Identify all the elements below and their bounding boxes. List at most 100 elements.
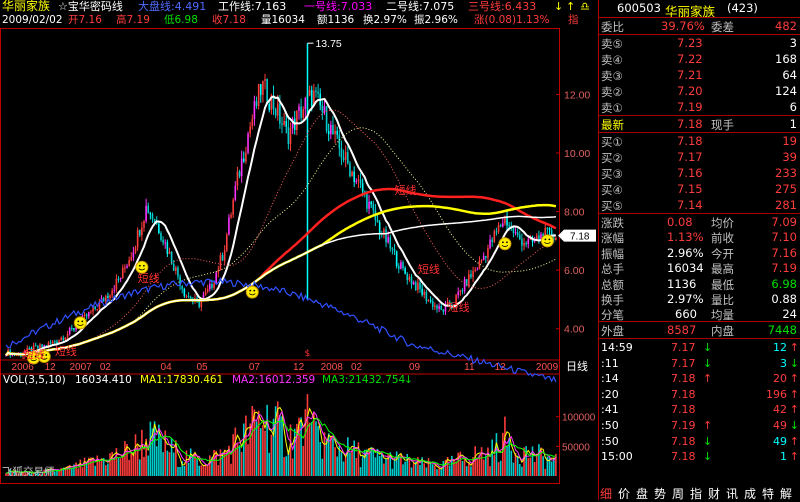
volume-bar bbox=[453, 459, 455, 476]
candle-body bbox=[281, 123, 283, 125]
smiley-icon bbox=[245, 285, 259, 299]
candle-body bbox=[240, 158, 243, 177]
tick-time: :50 bbox=[601, 434, 619, 448]
candle-body bbox=[474, 269, 476, 272]
candle-body bbox=[521, 239, 523, 246]
current-price-value: 7.18 bbox=[570, 232, 590, 243]
current-price-tag: 7.18 bbox=[558, 229, 596, 243]
volume-bar bbox=[470, 466, 472, 476]
ask-price: 7.19 bbox=[677, 100, 703, 114]
bottom-tab[interactable]: 细 bbox=[600, 485, 612, 502]
volume-bar bbox=[353, 440, 355, 476]
candle-body bbox=[325, 106, 328, 131]
line-one-value: 一号线:7.033 bbox=[304, 0, 373, 13]
indicator-title-bar: 华丽家族 ☆宝华密码线 大盘线:4.491 工作线:7.163 一号线:7.03… bbox=[0, 0, 598, 14]
stock-name-title: 华丽家族 bbox=[2, 0, 51, 13]
volume-bar bbox=[495, 433, 498, 476]
stock-chart[interactable]: 12.0010.008.006.004.0010000050000 13.75 … bbox=[0, 28, 598, 484]
candle-body bbox=[204, 291, 207, 296]
tick-time: :14 bbox=[601, 372, 619, 386]
candle-body bbox=[393, 249, 396, 252]
volume-bar bbox=[134, 434, 137, 476]
candle-body bbox=[56, 342, 58, 344]
tick-direction-icon: ↑ bbox=[703, 372, 713, 386]
volume-bar bbox=[124, 441, 126, 476]
candle-body bbox=[508, 225, 510, 227]
volume-bar bbox=[270, 434, 273, 476]
volume-bar bbox=[442, 461, 445, 476]
volume-bar bbox=[402, 464, 404, 476]
candle-body bbox=[468, 274, 470, 286]
volume-bar bbox=[100, 459, 103, 476]
bid-volume: 39 bbox=[782, 150, 797, 164]
volume-bar bbox=[166, 450, 169, 476]
bottom-tab[interactable]: 成 bbox=[744, 485, 756, 502]
candle-body bbox=[209, 284, 211, 290]
bottom-tab[interactable]: 价 bbox=[618, 485, 630, 502]
volume-bar bbox=[232, 434, 234, 476]
candle-body bbox=[115, 278, 118, 290]
candle-body bbox=[62, 337, 65, 341]
volume-bar bbox=[423, 463, 426, 476]
volume-bar bbox=[489, 466, 491, 476]
candle-body bbox=[499, 225, 502, 227]
info-turnover: 换2.97% bbox=[363, 14, 407, 26]
volume-bar bbox=[130, 453, 133, 476]
candle-body bbox=[34, 345, 37, 347]
indicator-name[interactable]: ☆宝华密码线 bbox=[58, 0, 123, 13]
candle-body bbox=[347, 152, 349, 164]
candle-body bbox=[175, 267, 177, 271]
volume-bar bbox=[304, 409, 307, 476]
tick-row: :50 7.19 ↑ 49 ↓ bbox=[599, 418, 800, 434]
candle-body bbox=[94, 306, 96, 309]
vol-ma2: MA2:16012.359 bbox=[232, 374, 316, 386]
bell-icon[interactable]: ♎ bbox=[580, 0, 590, 13]
volume-bar bbox=[482, 459, 485, 476]
candle-body bbox=[259, 84, 262, 95]
candle-body bbox=[461, 290, 464, 292]
candle-body bbox=[187, 296, 190, 298]
bottom-tab[interactable]: 周 bbox=[672, 485, 684, 502]
arrow-up-icon[interactable]: ↑ bbox=[566, 0, 575, 13]
x-axis-label: 04 bbox=[161, 362, 173, 373]
ask-row: 卖③ 7.21 64 bbox=[599, 67, 800, 83]
volume-bar bbox=[285, 456, 288, 476]
volume-bar bbox=[192, 455, 194, 476]
bottom-tab[interactable]: 解 bbox=[780, 485, 792, 502]
bottom-tab[interactable]: 财 bbox=[708, 485, 720, 502]
volume-bar bbox=[85, 463, 88, 476]
info-date: 2009/02/02 bbox=[2, 14, 63, 26]
tick-direction-icon: ↓ bbox=[703, 341, 713, 354]
volume-bar bbox=[259, 428, 262, 476]
ask-volume: 3 bbox=[789, 36, 797, 50]
volume-bar bbox=[58, 471, 60, 476]
candle-body bbox=[478, 260, 481, 270]
volume-bar bbox=[198, 465, 200, 476]
volume-bar bbox=[340, 452, 343, 476]
bottom-tab[interactable]: 盘 bbox=[636, 485, 648, 502]
volume-bar bbox=[293, 428, 296, 476]
candle-body bbox=[162, 240, 164, 243]
volume-bar bbox=[385, 458, 387, 476]
volume-bar bbox=[463, 458, 466, 476]
volume-bar bbox=[71, 469, 73, 476]
candle-body bbox=[417, 282, 419, 290]
candle-body bbox=[234, 186, 237, 200]
tick-volume: 20 bbox=[773, 372, 787, 386]
volume-bar bbox=[535, 454, 538, 476]
stat-value-2: 24 bbox=[782, 307, 797, 322]
tick-time: 15:00 bbox=[601, 450, 633, 464]
candle-body bbox=[421, 288, 423, 295]
bottom-tab[interactable]: 指 bbox=[690, 485, 702, 502]
volume-bar bbox=[302, 445, 305, 476]
bottom-tab[interactable]: 势 bbox=[654, 485, 666, 502]
tick-volume: 49 bbox=[773, 434, 787, 448]
arrow-down-icon[interactable]: ↓ bbox=[554, 0, 563, 13]
volume-bar bbox=[238, 445, 241, 476]
bottom-tab[interactable]: 特 bbox=[762, 485, 774, 502]
tick-flag-icon: ↑ bbox=[789, 450, 799, 464]
candle-body bbox=[472, 271, 474, 278]
bottom-tab[interactable]: 讯 bbox=[726, 485, 738, 502]
tick-time: :41 bbox=[601, 403, 619, 417]
volume-bar bbox=[107, 463, 109, 476]
